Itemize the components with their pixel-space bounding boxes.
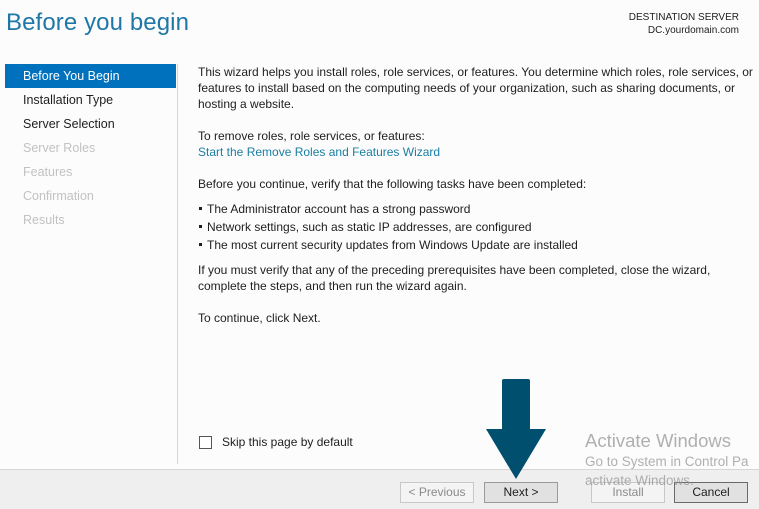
skip-page-label[interactable]: Skip this page by default bbox=[222, 435, 353, 449]
wizard-content: This wizard helps you install roles, rol… bbox=[198, 64, 753, 326]
cancel-button[interactable]: Cancel bbox=[674, 482, 748, 503]
nav-item-installation-type[interactable]: Installation Type bbox=[5, 88, 176, 112]
nav-item-before-you-begin[interactable]: Before You Begin bbox=[5, 64, 176, 88]
verify-intro-text: Before you continue, verify that the fol… bbox=[198, 177, 587, 191]
nav-item-confirmation: Confirmation bbox=[23, 189, 94, 203]
task-item: The Administrator account has a strong p… bbox=[198, 200, 753, 218]
destination-server-info: DESTINATION SERVER DC.yourdomain.com bbox=[629, 11, 739, 37]
skip-page-option[interactable]: Skip this page by default bbox=[199, 435, 353, 449]
watermark-title: Activate Windows bbox=[585, 430, 731, 451]
remove-roles-label: To remove roles, role services, or featu… bbox=[198, 129, 425, 143]
task-item: The most current security updates from W… bbox=[198, 236, 753, 254]
nav-item-server-roles: Server Roles bbox=[23, 141, 96, 155]
intro-text: This wizard helps you install roles, rol… bbox=[198, 65, 753, 111]
task-item: Network settings, such as static IP addr… bbox=[198, 218, 753, 236]
continue-text: To continue, click Next. bbox=[198, 311, 321, 325]
nav-item-features: Features bbox=[23, 165, 73, 179]
install-button: Install bbox=[591, 482, 665, 503]
sidebar-divider bbox=[177, 64, 178, 464]
page-title: Before you begin bbox=[6, 9, 190, 36]
wizard-steps-nav: Before You Begin Installation Type Serve… bbox=[5, 64, 176, 232]
nav-item-server-selection[interactable]: Server Selection bbox=[5, 112, 176, 136]
previous-button: < Previous bbox=[400, 482, 474, 503]
skip-page-checkbox[interactable] bbox=[199, 435, 212, 449]
nav-item-results: Results bbox=[23, 213, 65, 227]
next-button[interactable]: Next > bbox=[484, 482, 558, 503]
destination-server-name: DC.yourdomain.com bbox=[647, 25, 739, 36]
verify-instructions-text: If you must verify that any of the prece… bbox=[198, 263, 711, 293]
prerequisite-task-list: The Administrator account has a strong p… bbox=[198, 200, 753, 254]
remove-roles-wizard-link[interactable]: Start the Remove Roles and Features Wiza… bbox=[198, 145, 440, 159]
down-arrow-icon bbox=[486, 379, 546, 479]
destination-server-label: DESTINATION SERVER bbox=[628, 12, 739, 23]
arrow-shape bbox=[486, 379, 546, 479]
